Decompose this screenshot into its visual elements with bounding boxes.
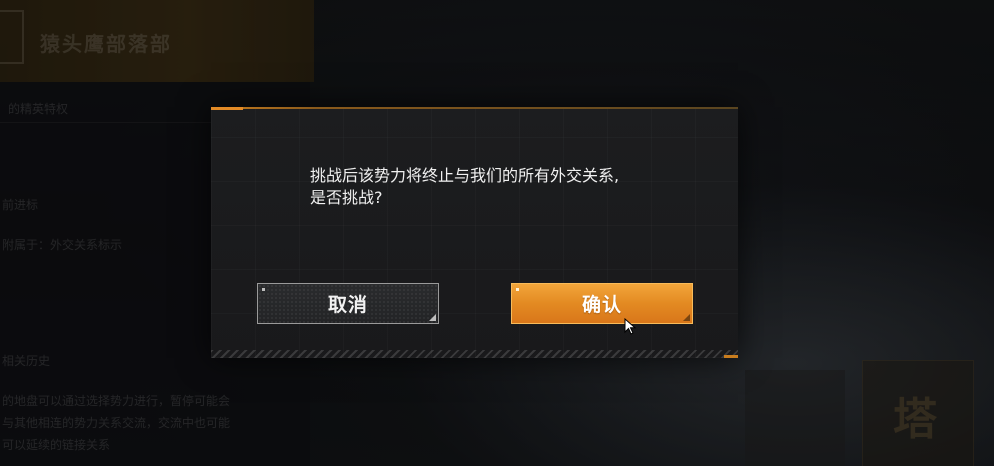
dialog-message-line: 挑战后该势力将终止与我们的所有外交关系,	[310, 166, 620, 185]
dialog-top-accent	[211, 107, 243, 110]
button-corner-mark	[683, 314, 690, 321]
mouse-cursor-icon	[624, 318, 637, 335]
dialog-message: 挑战后该势力将终止与我们的所有外交关系, 是否挑战?	[310, 165, 670, 209]
button-corner-mark	[429, 314, 436, 321]
confirm-button-label: 确认	[581, 294, 622, 316]
challenge-confirm-dialog: 挑战后该势力将终止与我们的所有外交关系, 是否挑战? 取消 确认	[211, 107, 738, 358]
confirm-button[interactable]: 确认	[511, 283, 693, 324]
cancel-button-label: 取消	[327, 294, 368, 316]
button-corner-dot	[262, 288, 265, 291]
game-screen: 猿头鹰部落部 的精英特权 前进标 附属于：外交关系标示 相关历史 的地盘可以通过…	[0, 0, 994, 466]
dialog-message-line: 是否挑战?	[310, 188, 383, 207]
dialog-bottom-hatch	[211, 350, 738, 358]
dialog-bottom-accent	[724, 355, 738, 358]
button-corner-dot	[516, 288, 519, 291]
cancel-button[interactable]: 取消	[257, 283, 439, 324]
dialog-top-border	[211, 107, 738, 109]
